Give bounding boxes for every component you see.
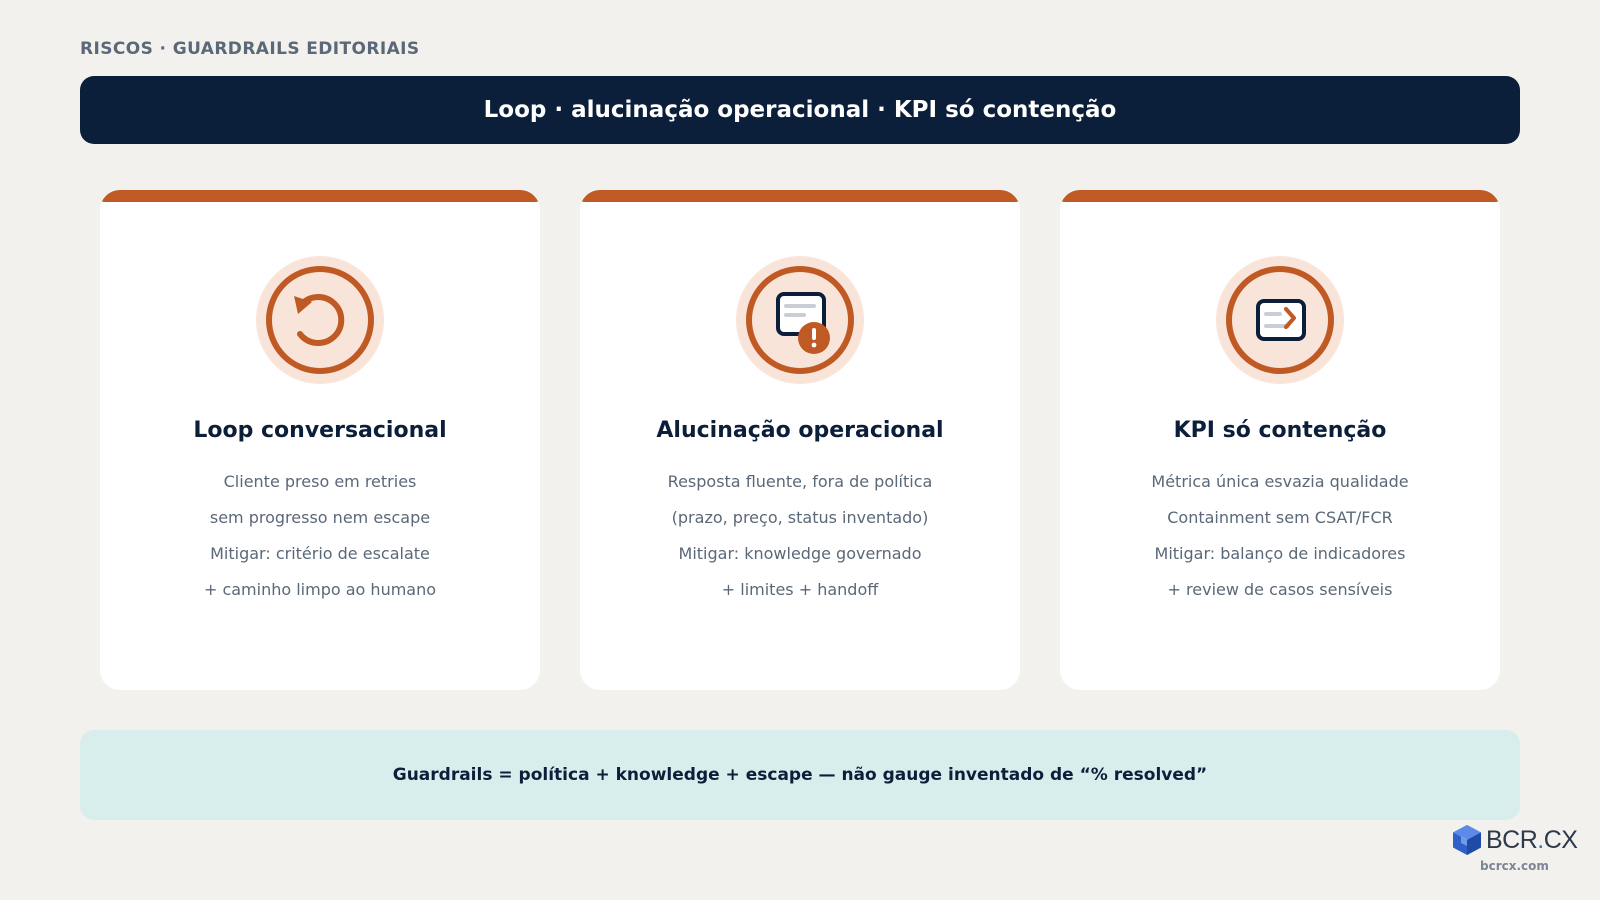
message-forward-icon [1226,266,1334,374]
card-line: Mitigar: balanço de indicadores [1154,544,1406,563]
card-title: Loop conversacional [193,418,447,443]
page-title: Loop · alucinação operacional · KPI só c… [483,97,1117,123]
card-line: + review de casos sensíveis [1167,580,1393,599]
title-banner: Loop · alucinação operacional · KPI só c… [80,76,1520,144]
card-description: Resposta fluente, fora de política (praz… [580,464,1020,608]
card-line: + caminho limpo ao humano [203,580,437,599]
summary-banner: Guardrails = política + knowledge + esca… [80,730,1520,820]
document-alert-icon [746,266,854,374]
refresh-loop-icon [266,266,374,374]
brand-mark: BCR.CX [1452,824,1578,856]
brand-url: bcrcx.com [1480,859,1549,873]
card-description: Métrica única esvazia qualidade Containm… [1060,464,1500,608]
brand-name: BCR.CX [1486,825,1578,855]
section-eyebrow: RISCOS · GUARDRAILS EDITORIAIS [80,39,420,59]
card-description: Cliente preso em retries sem progresso n… [100,464,540,608]
risk-card-loop: Loop conversacional Cliente preso em ret… [100,190,540,690]
cube-logo-icon [1453,825,1481,855]
card-title: Alucinação operacional [656,418,944,443]
card-line: Mitigar: critério de escalate [210,544,430,563]
card-line: sem progresso nem escape [209,508,431,527]
brand-logo: BCR.CX bcrcx.com [1452,824,1578,874]
brand-main: BCR [1486,825,1538,854]
card-title: KPI só contenção [1173,418,1387,443]
card-line: Mitigar: knowledge governado [678,544,922,563]
card-line: (prazo, preço, status inventado) [671,508,929,527]
icon-badge [1216,256,1344,384]
card-line: Containment sem CSAT/FCR [1167,508,1393,527]
summary-text: Guardrails = política + knowledge + esca… [392,765,1208,785]
risk-card-hallucination: Alucinação operacional Resposta fluente,… [580,190,1020,690]
brand-suffix: CX [1543,825,1578,854]
card-line: Resposta fluente, fora de política [667,472,933,491]
card-line: Métrica única esvazia qualidade [1151,472,1409,491]
card-line: + limites + handoff [721,580,879,599]
icon-badge [256,256,384,384]
icon-badge [736,256,864,384]
card-line: Cliente preso em retries [223,472,417,491]
risk-card-kpi: KPI só contenção Métrica única esvazia q… [1060,190,1500,690]
